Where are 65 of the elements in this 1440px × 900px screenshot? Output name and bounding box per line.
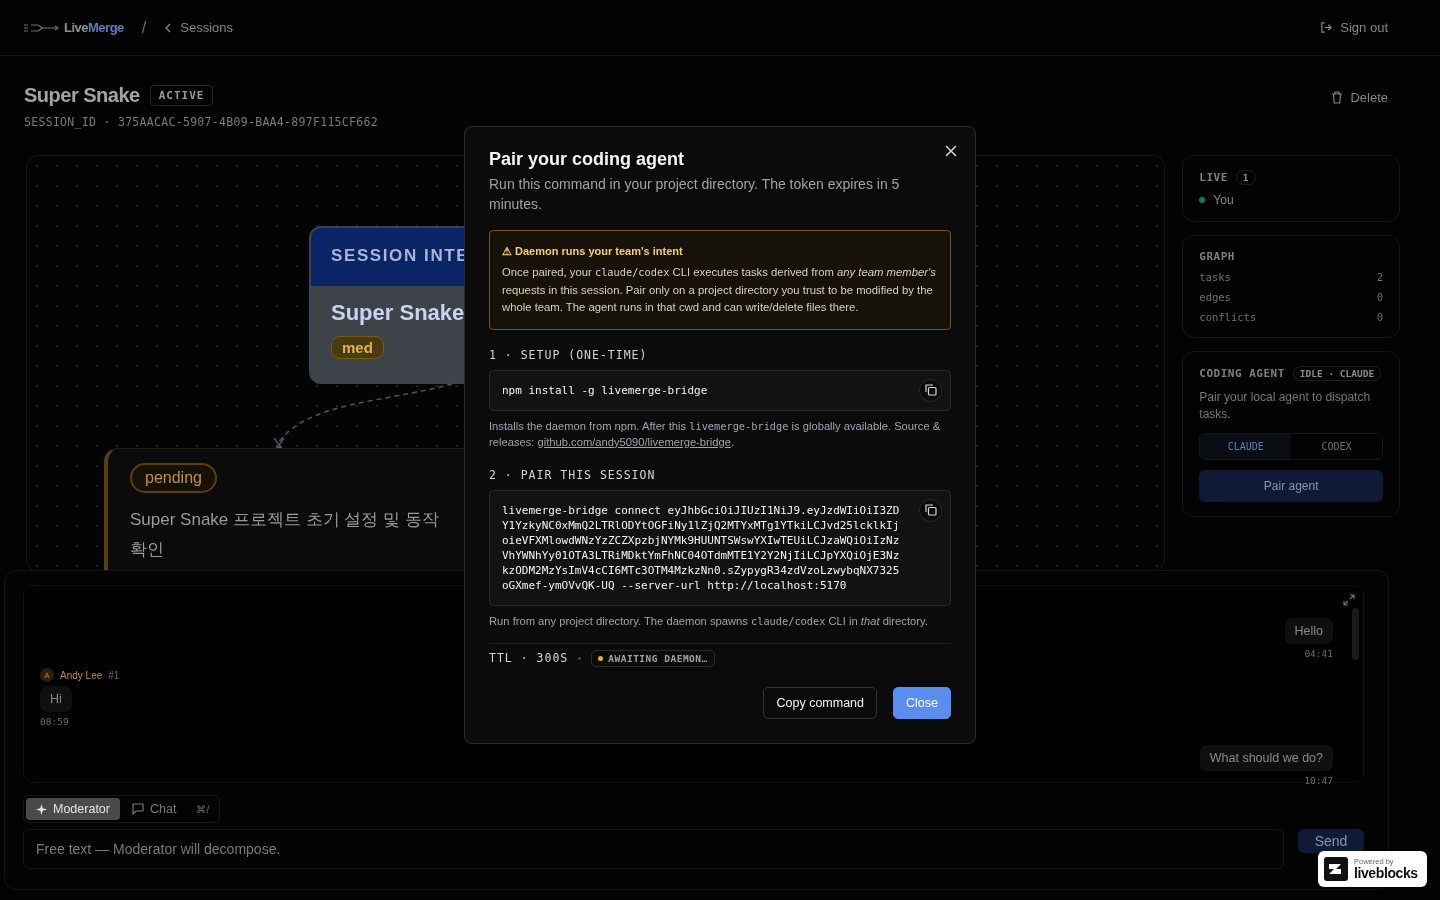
status-badge: AWAITING DAEMON…: [591, 649, 715, 667]
stat-value: 0: [1376, 291, 1383, 303]
badge-brand: liveblocks: [1354, 865, 1418, 880]
message-bubble: Hi: [40, 686, 72, 712]
message-input[interactable]: Free text — Moderator will decompose.: [23, 829, 1284, 869]
card-title: GRAPH: [1199, 250, 1235, 263]
session-title: Super Snake: [24, 84, 140, 107]
copy-icon[interactable]: [919, 498, 942, 522]
scrollbar[interactable]: [1352, 608, 1359, 660]
ttl-label: TTL · 300S: [489, 651, 569, 666]
stat-label: edges: [1199, 291, 1231, 303]
chat-bubble-icon: [132, 803, 144, 815]
sign-out-icon: [1320, 21, 1334, 34]
agent-description: Pair your local agent to dispatch tasks.: [1199, 389, 1372, 423]
session-id: SESSION_ID · 375AACAC-5907-4B09-BAA4-897F115CF662: [24, 115, 378, 129]
status-badge: pending: [130, 463, 217, 493]
message-number: #1: [108, 669, 120, 681]
mode-tab[interactable]: Chat: [122, 798, 187, 820]
copy-command-button[interactable]: Copy command: [763, 686, 878, 719]
trash-icon: [1331, 91, 1344, 104]
delete-button[interactable]: Delete: [1331, 86, 1388, 109]
priority-badge: med: [331, 336, 384, 359]
back-link[interactable]: Sessions: [164, 20, 233, 35]
stat-label: tasks: [1199, 271, 1231, 283]
expand-icon[interactable]: [1343, 594, 1355, 606]
card-title: LIVE: [1199, 171, 1228, 184]
message-bubble: What should we do?: [1199, 745, 1333, 771]
step-note: Installs the daemon from npm. After this livemerge-bridge is globally available. Source & releases: github.com/andy5090/livemerge-bridge.: [489, 418, 942, 450]
message-time: 08:59: [40, 716, 70, 727]
step-label: 2 · PAIR THIS SESSION: [489, 467, 657, 482]
dialog-subtitle: Run this command in your project directory. The token expires in 5 minutes.: [489, 175, 901, 214]
task-title: Super Snake 프로젝트 초기 설정 및 동작 확인: [130, 509, 440, 561]
close-button[interactable]: Close: [893, 686, 951, 719]
sparkle-icon: [36, 803, 47, 815]
stat-value: 0: [1376, 311, 1383, 323]
logo-icon: [24, 22, 60, 33]
author-name: Andy Lee: [60, 669, 103, 681]
mode-tab[interactable]: Moderator: [26, 798, 120, 820]
chevron-left-icon: [164, 22, 173, 33]
copy-icon[interactable]: [919, 378, 942, 402]
message-time: 04:41: [1304, 648, 1333, 659]
close-icon[interactable]: [943, 143, 959, 159]
card-title: CODING AGENT: [1199, 367, 1285, 380]
user-name: You: [1213, 193, 1234, 207]
stat-label: conflicts: [1199, 311, 1257, 323]
pair-agent-button[interactable]: Pair agent: [1199, 470, 1383, 502]
logo-wordmark: LiveMerge: [64, 20, 124, 35]
agent-option[interactable]: CODEX: [1291, 434, 1382, 459]
sign-out-button[interactable]: Sign out: [1320, 16, 1388, 39]
send-button[interactable]: Send: [1298, 829, 1364, 853]
message-bubble: Hello: [1284, 618, 1333, 644]
avatar: A: [40, 668, 54, 682]
breadcrumb-separator: /: [141, 18, 147, 37]
node-title: Super Snake: [331, 300, 465, 326]
command-text: npm install -g livemerge-bridge: [502, 382, 709, 398]
command-text: livemerge-bridge connect eyJhbGciOiJIUzI1NiJ9.eyJzdWIiOiI3ZDY1YzkyNC0xMmQ2LTRlODYtOGFiNy1lZjQ2MTYxMTg1YTkiLCJvd25lcklkIjoieVFXMlowdWNzYzZCZXpzbjNYMk9HUUNTSWswYXIwTEUiLCJzaWQiOiIzNzVhYWNhYy01OTA3LTRiMDktYmFhNC04OTdmMTE1Y2Y2NjIiLCJpYXQiOjE3NzkzODM2MzYsImV4cCI6MTc3OTM4MzkzNn0.sZypygR34zdVzoLzwybqNX7325oGXmef-ymOVvQK-UQ --server-url http://localhost:5170: [502, 502, 900, 593]
status-badge: ACTIVE: [149, 85, 214, 106]
message-time: 10:47: [1304, 775, 1333, 786]
dialog-title: Pair your coding agent: [489, 149, 686, 170]
repo-link[interactable]: github.com/andy5090/livemerge-bridge: [537, 435, 731, 448]
shortcut-hint: ⌘/: [195, 803, 211, 815]
liveblocks-logo-icon: [1324, 857, 1348, 881]
step-note: Run from any project directory. The daemon spawns claude/codex CLI in that directory.: [489, 613, 929, 629]
agent-option[interactable]: CLAUDE: [1200, 434, 1292, 459]
stat-value: 2: [1376, 271, 1383, 283]
